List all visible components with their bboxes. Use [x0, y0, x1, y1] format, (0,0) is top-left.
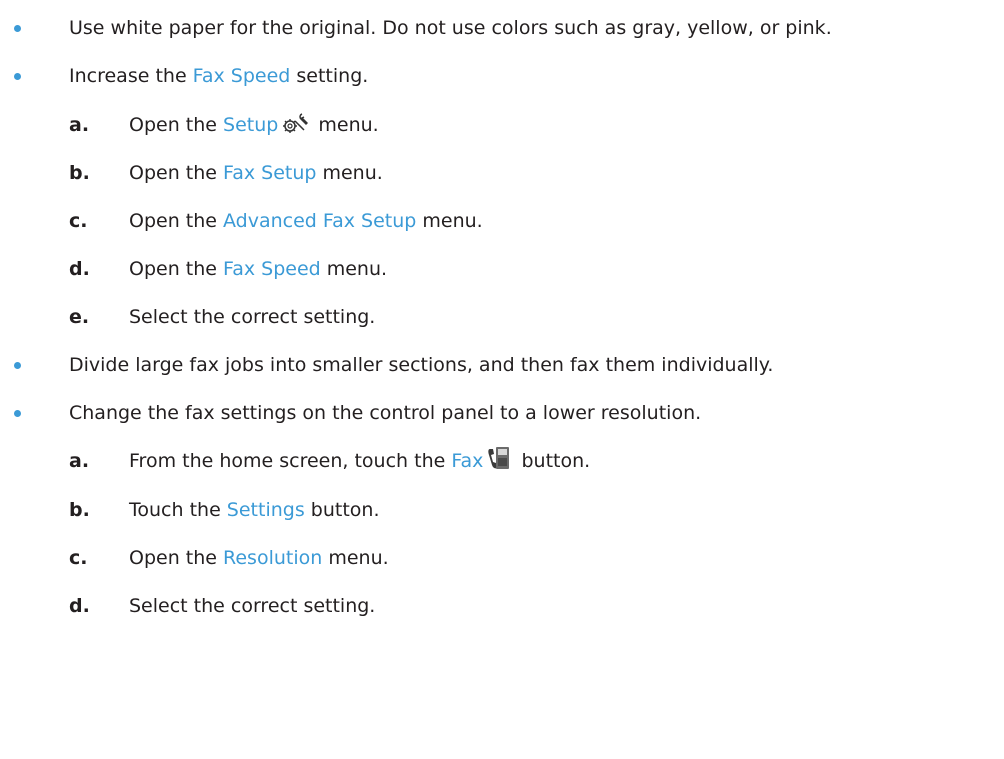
advanced-fax-setup-label: Advanced Fax Setup	[223, 210, 417, 232]
step-text: Open the Advanced Fax Setup menu.	[129, 210, 483, 232]
step-text: Select the correct setting.	[129, 306, 376, 328]
setup-label: Setup	[223, 113, 279, 136]
step-letter: a.	[69, 450, 90, 472]
step-letter: d.	[69, 258, 90, 280]
step-letter: e.	[69, 306, 90, 328]
fax-label: Fax	[451, 449, 484, 472]
bullet-text: Divide large fax jobs into smaller secti…	[69, 354, 774, 376]
step-text: From the home screen, touch the Fax butt…	[129, 445, 590, 478]
bullet-dot	[14, 409, 21, 417]
step-letter: b.	[69, 162, 90, 184]
step-text: Open the Resolution menu.	[129, 547, 389, 569]
fax-speed-label: Fax Speed	[192, 65, 291, 87]
step-letter: a.	[69, 114, 90, 136]
bullet-text: Increase the Fax Speed setting.	[69, 65, 369, 87]
fax-setup-label: Fax Setup	[223, 162, 317, 184]
step-letter: c.	[69, 547, 88, 569]
bullet-text: Use white paper for the original. Do not…	[69, 17, 832, 39]
step-letter: c.	[69, 210, 88, 232]
step-text: Open the Setup menu.	[129, 111, 379, 140]
bullet-dot	[14, 361, 21, 369]
fax-speed-label: Fax Speed	[223, 258, 321, 280]
bullet-text: Change the fax settings on the control p…	[69, 402, 702, 424]
step-text: Open the Fax Setup menu.	[129, 162, 383, 184]
settings-label: Settings	[226, 499, 305, 521]
resolution-label: Resolution	[223, 547, 323, 569]
step-text: Select the correct setting.	[129, 595, 376, 617]
bullet-dot	[14, 24, 21, 32]
step-letter: d.	[69, 595, 90, 617]
setup-wrench-icon	[282, 111, 309, 140]
step-text: Open the Fax Speed menu.	[129, 258, 388, 280]
fax-machine-icon	[487, 445, 511, 478]
step-letter: b.	[69, 499, 90, 521]
bullet-dot	[14, 72, 21, 80]
step-text: Touch the Settings button.	[129, 499, 380, 521]
